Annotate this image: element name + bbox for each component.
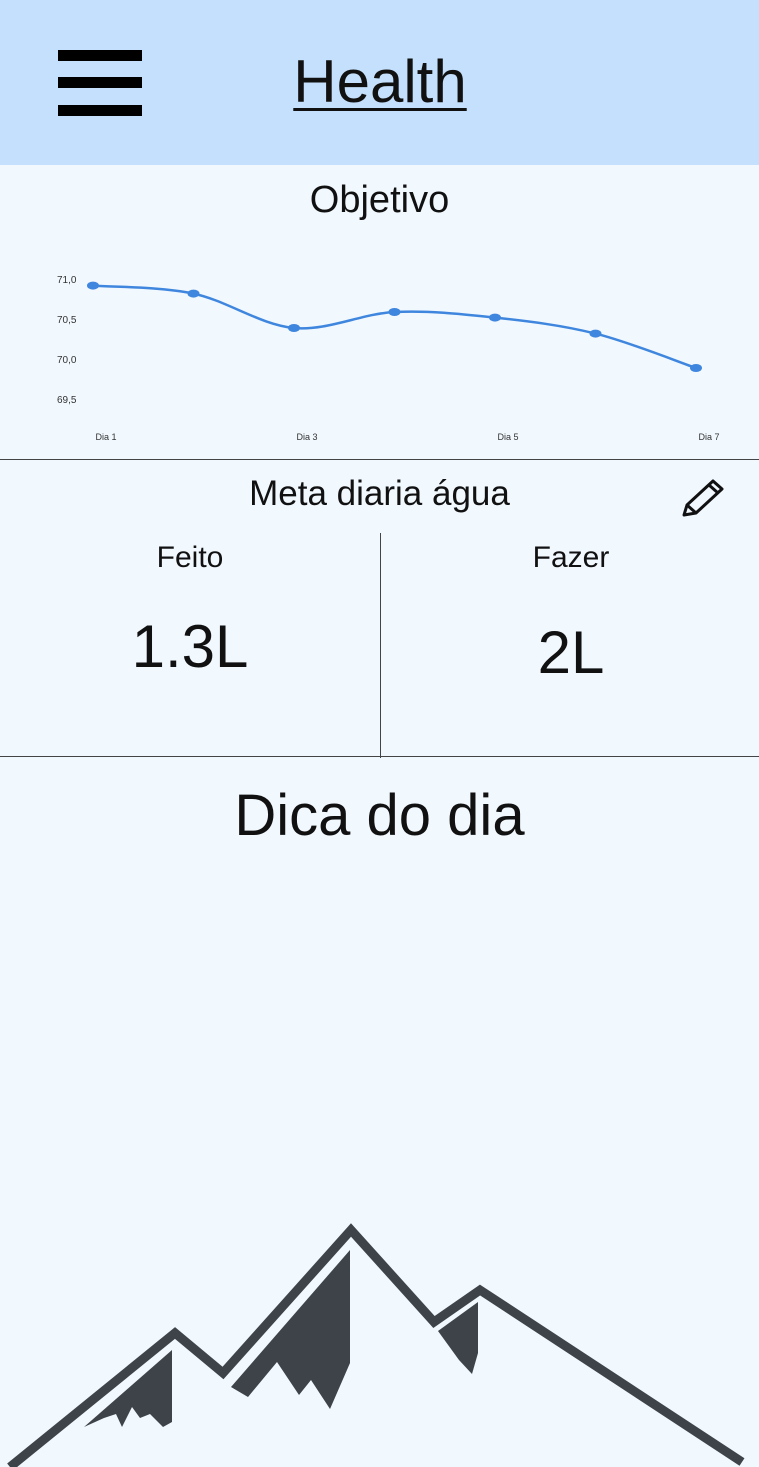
y-tick-label: 70,5: [57, 315, 77, 326]
app-bar: Health: [0, 0, 759, 165]
hamburger-menu-icon[interactable]: [58, 50, 142, 116]
data-point: [87, 281, 99, 290]
series-line: [92, 284, 697, 370]
y-tick-label: 69,5: [57, 395, 77, 406]
divider-top: [0, 459, 759, 460]
x-tick-label: Dia 7: [698, 432, 719, 442]
data-point: [388, 308, 401, 316]
done-label: Feito: [156, 541, 224, 574]
todo-label: Fazer: [532, 541, 610, 574]
x-tick-label: Dia 5: [497, 432, 518, 442]
data-point: [589, 329, 602, 338]
x-tick-label: Dia 3: [296, 432, 317, 442]
divider-bottom: [0, 756, 759, 757]
weight-line-chart: 71,0 70,5 70,0 69,5 Dia 1 Dia 3 Dia 5 Dia 7: [57, 275, 720, 442]
water-goal-title: Meta diaria água: [249, 474, 510, 513]
data-point: [288, 324, 300, 332]
data-point: [690, 364, 702, 372]
todo-value: 2L: [537, 619, 605, 686]
data-point: [187, 289, 200, 298]
mountain-icon: [7, 1223, 745, 1467]
chart-title: Objetivo: [309, 179, 450, 221]
y-tick-label: 71,0: [57, 275, 77, 286]
app-title: Health: [293, 48, 467, 115]
y-tick-label: 70,0: [57, 355, 77, 366]
tip-title: Dica do dia: [234, 783, 525, 848]
data-point: [489, 313, 501, 322]
x-tick-label: Dia 1: [95, 432, 116, 442]
done-value: 1.3L: [131, 613, 249, 680]
pencil-icon[interactable]: [678, 476, 728, 520]
